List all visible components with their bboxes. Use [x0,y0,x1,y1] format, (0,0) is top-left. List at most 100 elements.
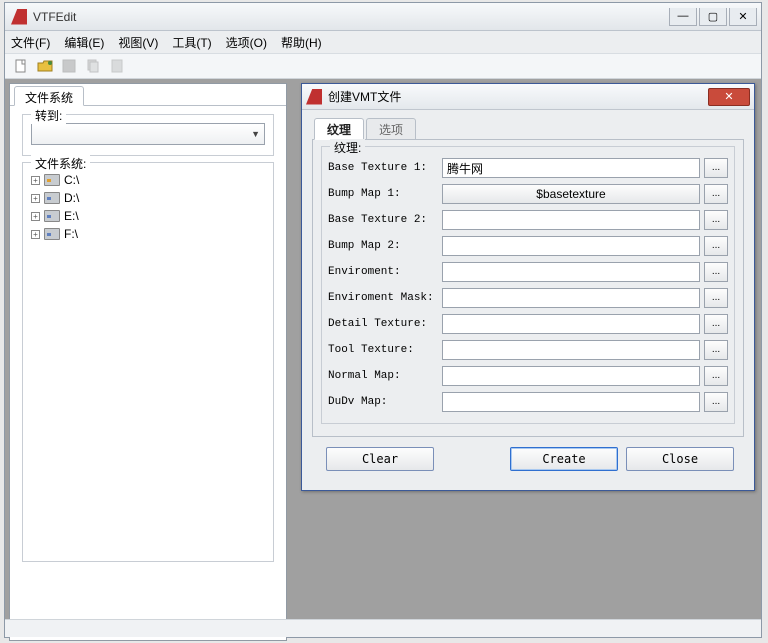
browse-button[interactable]: ... [704,392,728,412]
goto-combo[interactable]: ▼ [31,123,265,145]
toolbar [5,53,761,79]
field-label: Enviroment Mask: [328,292,438,304]
texture-group: 纹理: Base Texture 1:...Bump Map 1:$basete… [321,146,735,424]
tree-node-f[interactable]: + F:\ [31,225,265,243]
field-label: Tool Texture: [328,344,438,356]
field-input[interactable] [442,262,700,282]
tab-texture[interactable]: 纹理 [314,118,364,140]
dialog-icon [306,89,322,105]
copy-icon[interactable] [85,58,101,74]
dialog-titlebar[interactable]: 创建VMT文件 ✕ [302,84,754,110]
field-row: Bump Map 2:... [328,233,728,259]
drive-tree[interactable]: + C:\ + D:\ + E:\ + F:\ [31,171,265,551]
field-row: Bump Map 1: $basetexture... [328,181,728,207]
maximize-button[interactable]: ▢ [699,8,727,26]
browse-button[interactable]: ... [704,158,728,178]
tab-options[interactable]: 选项 [366,118,416,140]
status-bar [5,619,761,637]
field-label: Base Texture 2: [328,214,438,226]
browse-button[interactable]: ... [704,314,728,334]
field-row: DuDv Map:... [328,389,728,415]
window-controls: — ▢ ✕ [669,8,757,26]
field-input[interactable] [442,236,700,256]
field-row: Tool Texture:... [328,337,728,363]
field-input[interactable] [442,210,700,230]
field-row: Detail Texture:... [328,311,728,337]
menu-help[interactable]: 帮助(H) [281,34,322,51]
tab-filesystem[interactable]: 文件系统 [14,86,84,106]
field-label: Bump Map 1: [328,188,438,200]
drive-label: D:\ [64,191,79,205]
drive-label: F:\ [64,227,78,241]
tree-node-e[interactable]: + E:\ [31,207,265,225]
goto-group: 转到: ▼ [22,114,274,156]
open-folder-icon[interactable] [37,58,53,74]
expand-icon[interactable]: + [31,230,40,239]
new-file-icon[interactable] [13,58,29,74]
browse-button[interactable]: ... [704,262,728,282]
goto-label: 转到: [31,107,66,124]
chevron-down-icon: ▼ [251,129,260,139]
dialog-title: 创建VMT文件 [328,88,708,105]
drive-icon [44,210,60,222]
browse-button[interactable]: ... [704,184,728,204]
field-input[interactable] [442,392,700,412]
close-button[interactable]: ✕ [729,8,757,26]
field-label: Normal Map: [328,370,438,382]
field-input[interactable] [442,340,700,360]
field-row: Enviroment Mask:... [328,285,728,311]
minimize-button[interactable]: — [669,8,697,26]
field-input[interactable] [442,366,700,386]
browse-button[interactable]: ... [704,366,728,386]
field-row: Normal Map:... [328,363,728,389]
basetexture-button[interactable]: $basetexture [442,184,700,204]
file-system-panel: 文件系统 转到: ▼ 文件系统: + C:\ + D:\ + E:\ + F:\ [9,83,287,641]
field-label: Detail Texture: [328,318,438,330]
expand-icon[interactable]: + [31,212,40,221]
texture-group-label: 纹理: [330,139,365,156]
drive-icon [44,174,60,186]
create-vmt-dialog: 创建VMT文件 ✕ 纹理 选项 纹理: Base Texture 1:...Bu… [301,83,755,491]
menu-bar: 文件(F) 编辑(E) 视图(V) 工具(T) 选项(O) 帮助(H) [5,31,761,53]
tree-node-c[interactable]: + C:\ [31,171,265,189]
menu-file[interactable]: 文件(F) [11,34,50,51]
menu-tools[interactable]: 工具(T) [172,34,211,51]
browse-button[interactable]: ... [704,288,728,308]
field-label: Bump Map 2: [328,240,438,252]
menu-options[interactable]: 选项(O) [226,34,267,51]
dialog-tabs: 纹理 选项 [312,118,744,140]
field-input[interactable] [442,288,700,308]
drive-label: E:\ [64,209,79,223]
field-input[interactable] [442,314,700,334]
browse-button[interactable]: ... [704,236,728,256]
workspace: 文件系统 转到: ▼ 文件系统: + C:\ + D:\ + E:\ + F:\ [5,79,761,637]
create-button[interactable]: Create [510,447,618,471]
field-row: Base Texture 1:... [328,155,728,181]
field-row: Base Texture 2:... [328,207,728,233]
tree-group: 文件系统: +C:\ +D:\ +E:\ +F:\ [22,162,274,562]
browse-button[interactable]: ... [704,340,728,360]
tree-node-d[interactable]: + D:\ [31,189,265,207]
expand-icon[interactable]: + [31,176,40,185]
drive-label: C:\ [64,173,79,187]
tree-label: 文件系统: [31,155,90,172]
close-dialog-button[interactable]: Close [626,447,734,471]
field-label: Base Texture 1: [328,162,438,174]
browse-button[interactable]: ... [704,210,728,230]
menu-edit[interactable]: 编辑(E) [64,34,104,51]
titlebar[interactable]: VTFEdit — ▢ ✕ [5,3,761,31]
dialog-actions: Clear Create Close [312,437,744,471]
save-icon[interactable] [61,58,77,74]
clear-button[interactable]: Clear [326,447,434,471]
menu-view[interactable]: 视图(V) [118,34,158,51]
app-icon [11,9,27,25]
field-label: Enviroment: [328,266,438,278]
paste-icon[interactable] [109,58,125,74]
dialog-close-button[interactable]: ✕ [708,88,750,106]
field-row: Enviroment:... [328,259,728,285]
drive-icon [44,192,60,204]
expand-icon[interactable]: + [31,194,40,203]
main-window: VTFEdit — ▢ ✕ 文件(F) 编辑(E) 视图(V) 工具(T) 选项… [4,2,762,638]
field-input[interactable] [442,158,700,178]
drive-icon [44,228,60,240]
